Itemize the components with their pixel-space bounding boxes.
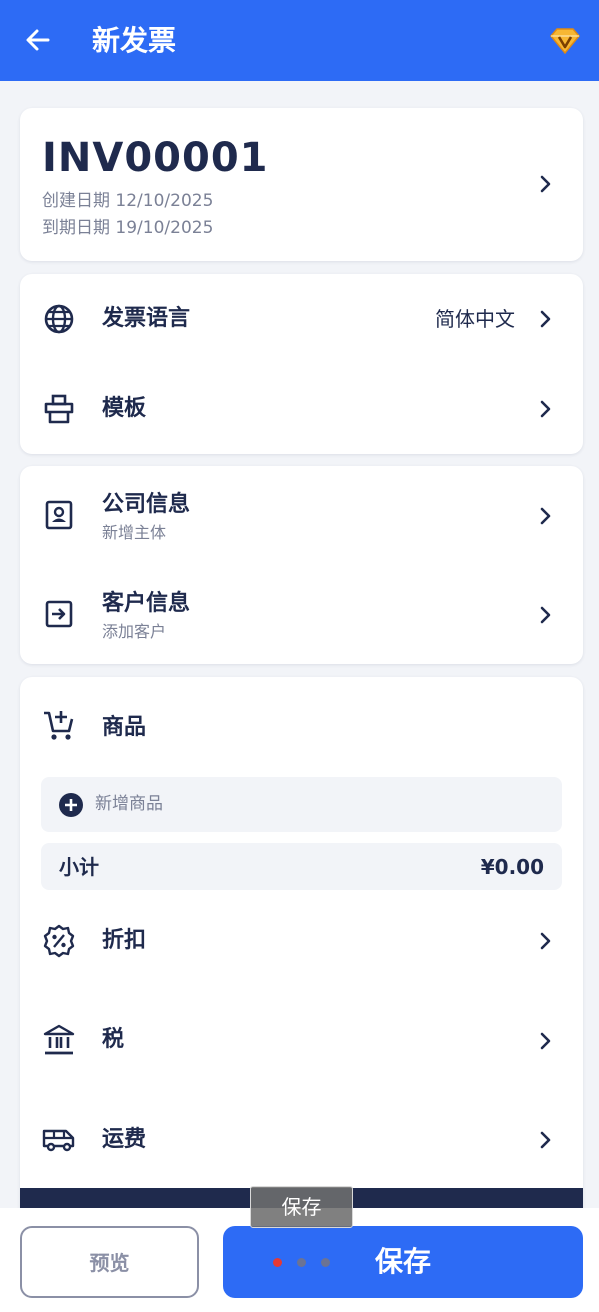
diamond-icon bbox=[550, 28, 580, 55]
shipping-row[interactable]: 运费 bbox=[20, 1090, 583, 1190]
loading-dot bbox=[297, 1258, 306, 1267]
company-info-row[interactable]: 公司信息 新增主体 bbox=[20, 466, 583, 565]
template-icon bbox=[42, 392, 76, 426]
chevron-right-icon bbox=[540, 932, 551, 950]
premium-button[interactable] bbox=[545, 23, 585, 59]
bank-icon bbox=[42, 1023, 76, 1057]
page-title: 新发票 bbox=[92, 24, 177, 57]
back-button[interactable] bbox=[20, 22, 56, 58]
client-info-row[interactable]: 客户信息 添加客户 bbox=[20, 565, 583, 664]
items-card: 商品 新增商品 小计 ¥0.00 折扣 税 运费 bbox=[20, 677, 583, 1237]
items-title: 商品 bbox=[102, 715, 147, 740]
parties-card: 公司信息 新增主体 客户信息 添加客户 bbox=[20, 466, 583, 664]
add-item-placeholder: 新增商品 bbox=[95, 794, 163, 814]
globe-icon bbox=[42, 302, 76, 336]
template-label: 模板 bbox=[102, 396, 147, 421]
tax-row[interactable]: 税 bbox=[20, 991, 583, 1091]
invoice-language-value: 简体中文 bbox=[435, 307, 515, 331]
invoice-language-row[interactable]: 发票语言 简体中文 bbox=[20, 274, 583, 364]
due-date: 到期日期 19/10/2025 bbox=[42, 218, 214, 238]
tax-label: 税 bbox=[102, 1027, 125, 1052]
chevron-right-icon bbox=[540, 606, 551, 624]
loading-dot-active bbox=[273, 1258, 282, 1267]
invoice-number: INV00001 bbox=[42, 135, 269, 181]
subtotal-label: 小计 bbox=[59, 855, 99, 879]
chevron-right-icon bbox=[540, 1032, 551, 1050]
template-row[interactable]: 模板 bbox=[20, 364, 583, 454]
discount-row[interactable]: 折扣 bbox=[20, 891, 583, 991]
loading-dot bbox=[321, 1258, 330, 1267]
login-arrow-icon bbox=[42, 597, 76, 631]
discount-label: 折扣 bbox=[102, 928, 147, 953]
save-button[interactable]: 保存 bbox=[223, 1226, 583, 1298]
settings-card: 发票语言 简体中文 模板 bbox=[20, 274, 583, 454]
preview-label: 预览 bbox=[89, 1251, 130, 1275]
save-tooltip: 保存 bbox=[250, 1186, 353, 1228]
app-bar: 新发票 bbox=[0, 0, 599, 81]
client-info-label: 客户信息 bbox=[102, 591, 191, 616]
save-label: 保存 bbox=[375, 1245, 432, 1278]
company-info-sub: 新增主体 bbox=[102, 523, 167, 542]
add-cart-icon bbox=[42, 709, 76, 743]
company-info-label: 公司信息 bbox=[102, 492, 191, 517]
arrow-left-icon bbox=[26, 29, 50, 51]
shipping-label: 运费 bbox=[102, 1127, 147, 1152]
client-info-sub: 添加客户 bbox=[102, 622, 167, 641]
chevron-right-icon bbox=[540, 175, 551, 193]
chevron-right-icon bbox=[540, 400, 551, 418]
subtotal-value: ¥0.00 bbox=[480, 855, 544, 879]
chevron-right-icon bbox=[540, 310, 551, 328]
subtotal-row: 小计 ¥0.00 bbox=[41, 843, 562, 890]
items-header: 商品 bbox=[20, 677, 583, 777]
plus-circle-icon bbox=[59, 793, 83, 817]
van-icon bbox=[42, 1122, 76, 1156]
chevron-right-icon bbox=[540, 507, 551, 525]
add-item-button[interactable]: 新增商品 bbox=[41, 777, 562, 832]
created-date: 创建日期 12/10/2025 bbox=[42, 191, 214, 211]
invoice-language-label: 发票语言 bbox=[102, 306, 191, 331]
chevron-right-icon bbox=[540, 1131, 551, 1149]
invoice-header-card[interactable]: INV00001 创建日期 12/10/2025 到期日期 19/10/2025 bbox=[20, 108, 583, 261]
preview-button[interactable]: 预览 bbox=[20, 1226, 199, 1298]
company-badge-icon bbox=[42, 498, 76, 532]
discount-badge-icon bbox=[42, 924, 76, 958]
